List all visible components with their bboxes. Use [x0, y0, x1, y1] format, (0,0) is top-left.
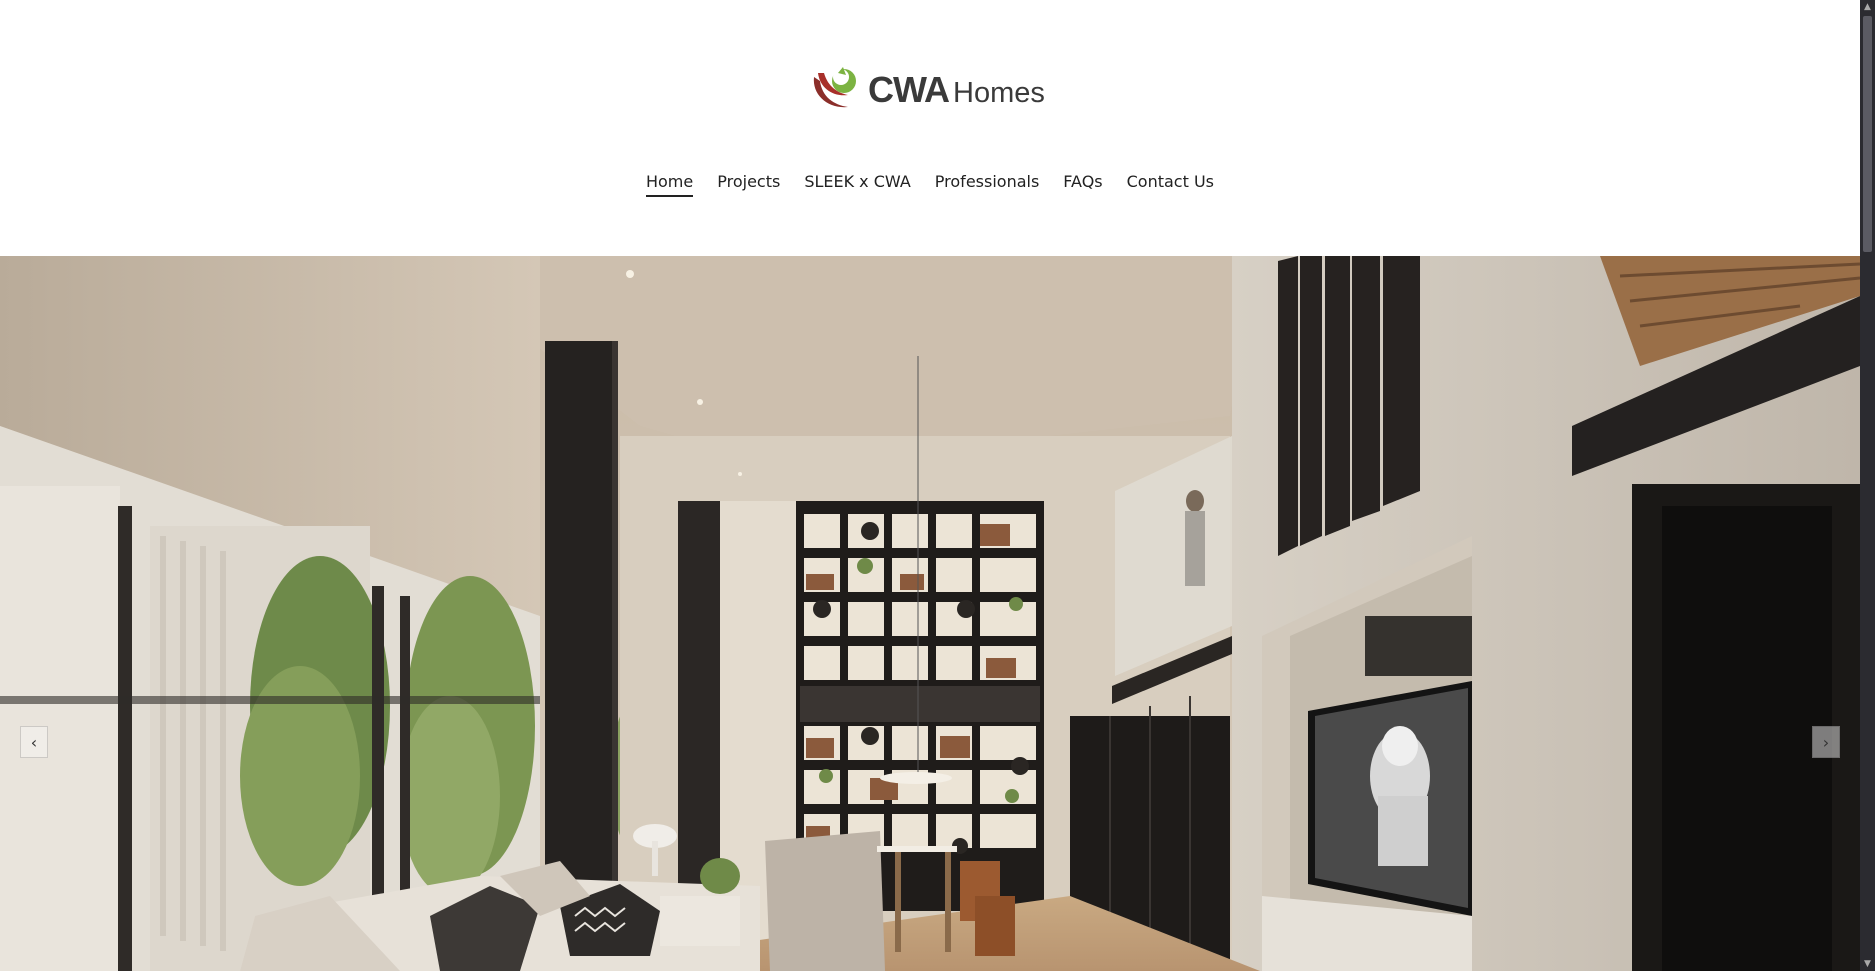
scrollbar-thumb[interactable]: [1863, 16, 1872, 252]
scroll-down-icon[interactable]: ▼: [1860, 957, 1875, 971]
site-header: CWA Homes Home Projects SLEEK x CWA Prof…: [0, 0, 1860, 256]
hero-image: [0, 256, 1860, 971]
logo-text-secondary: Homes: [953, 77, 1045, 109]
chevron-left-icon: ‹: [30, 732, 38, 752]
chevron-right-icon: ›: [1822, 732, 1830, 752]
page: CWA Homes Home Projects SLEEK x CWA Prof…: [0, 0, 1860, 971]
cwa-homes-logo[interactable]: CWA Homes: [808, 62, 1045, 118]
nav-item-professionals[interactable]: Professionals: [935, 168, 1040, 199]
nav-item-faqs[interactable]: FAQs: [1063, 168, 1102, 199]
logo-text-primary: CWA: [868, 69, 950, 110]
nav-item-sleek-x-cwa[interactable]: SLEEK x CWA: [804, 168, 910, 199]
logo-wordmark: CWA Homes: [868, 69, 1045, 111]
scroll-up-icon[interactable]: ▲: [1860, 0, 1875, 14]
nav-item-home[interactable]: Home: [645, 168, 694, 199]
nav-item-contact-us[interactable]: Contact Us: [1127, 168, 1214, 199]
nav-item-projects[interactable]: Projects: [717, 168, 780, 199]
main-nav: Home Projects SLEEK x CWA Professionals …: [0, 168, 1860, 199]
slider-prev-button[interactable]: ‹: [20, 726, 48, 758]
page-scrollbar[interactable]: ▲ ▼: [1860, 0, 1875, 971]
logo-mark-icon: [813, 67, 856, 108]
hero-slider: ‹ ›: [0, 256, 1860, 971]
slider-next-button[interactable]: ›: [1812, 726, 1840, 758]
